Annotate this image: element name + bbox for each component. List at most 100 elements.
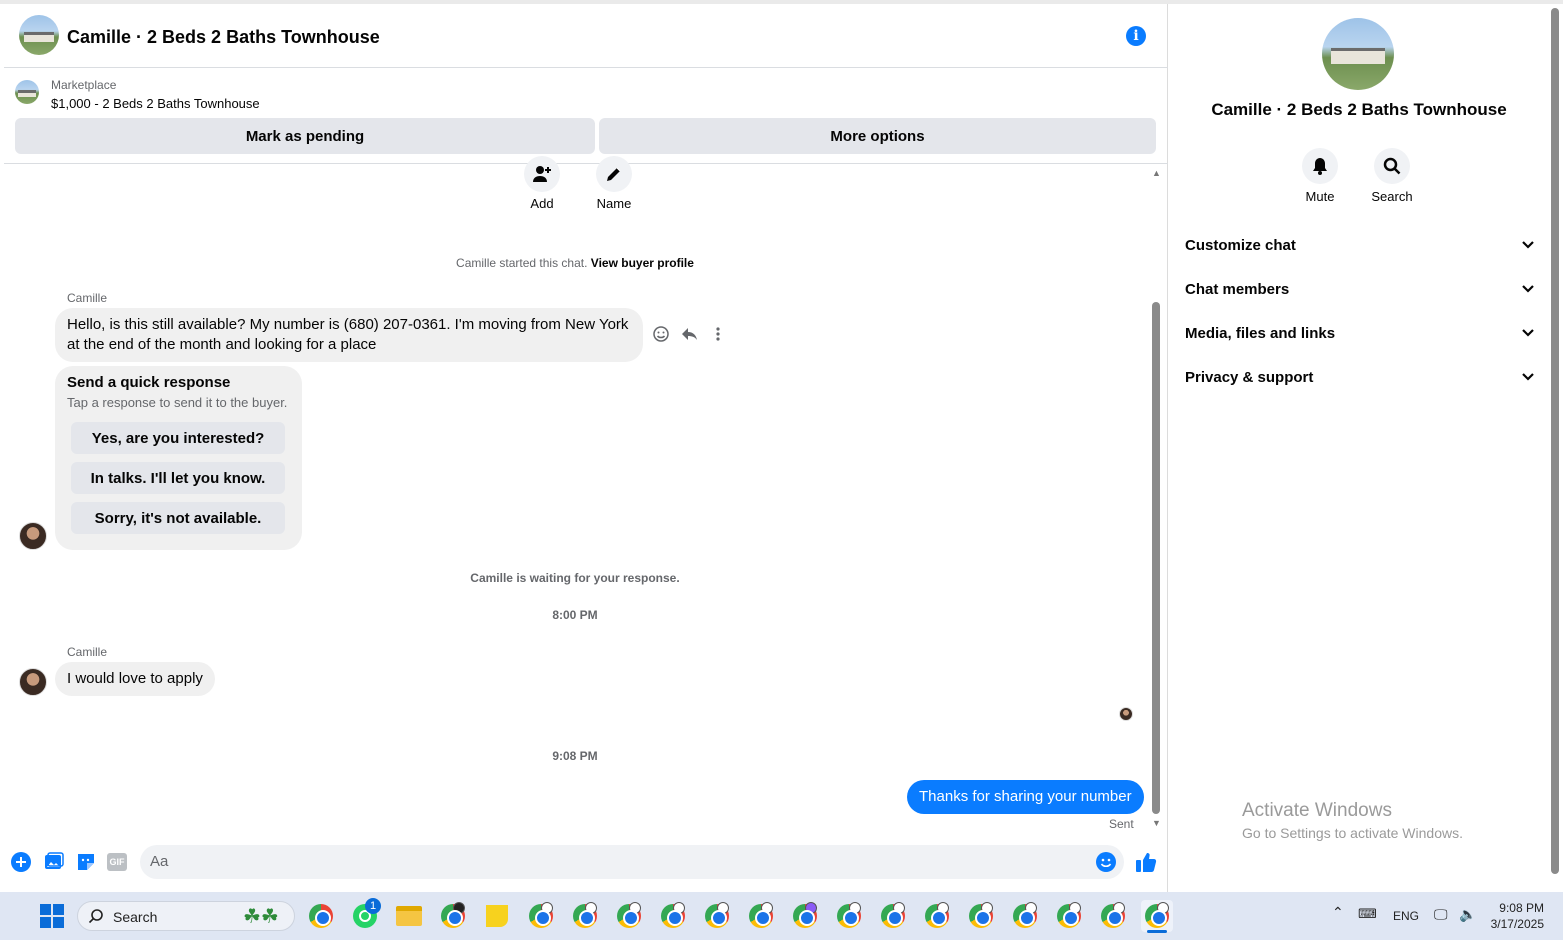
chrome-taskbar-icon[interactable] — [1097, 900, 1129, 932]
name-label: Name — [596, 196, 632, 211]
volume-icon[interactable]: 🔈 — [1459, 906, 1476, 923]
scroll-up-arrow-icon[interactable]: ▲ — [1152, 168, 1161, 178]
chrome-taskbar-icon[interactable] — [437, 900, 469, 932]
chat-members-section[interactable]: Chat members — [1185, 269, 1535, 309]
section-label: Chat members — [1185, 280, 1290, 298]
chrome-taskbar-icon[interactable] — [833, 900, 865, 932]
info-icon[interactable]: i — [1126, 26, 1146, 46]
taskbar-search-label: Search — [113, 909, 158, 925]
add-people-button[interactable] — [524, 156, 560, 192]
listing-bar: Marketplace $1,000 - 2 Beds 2 Baths Town… — [4, 68, 1168, 164]
conversation-details-panel: Camille · 2 Beds 2 Baths Townhouse Mute … — [1169, 4, 1549, 892]
chrome-taskbar-icon[interactable] — [525, 900, 557, 932]
listing-price-title[interactable]: $1,000 - 2 Beds 2 Baths Townhouse — [51, 96, 260, 111]
chrome-taskbar-icon-active[interactable] — [1141, 900, 1173, 932]
timestamp: 8:00 PM — [552, 608, 598, 622]
scroll-down-arrow-icon[interactable]: ▼ — [1152, 818, 1161, 828]
add-label: Add — [530, 196, 554, 211]
incoming-message[interactable]: I would love to apply — [55, 662, 215, 696]
chevron-down-icon — [1521, 237, 1535, 254]
quick-response-subtitle: Tap a response to send it to the buyer. — [67, 395, 288, 410]
more-options-button[interactable]: More options — [599, 118, 1156, 154]
keyboard-icon[interactable]: ⌨ — [1358, 906, 1377, 922]
chrome-taskbar-icon[interactable] — [701, 900, 733, 932]
language-indicator[interactable]: ENG — [1393, 909, 1419, 923]
message-status: Sent — [1109, 817, 1134, 831]
gif-icon[interactable]: GIF — [107, 853, 127, 871]
edit-name-button[interactable] — [596, 156, 632, 192]
outgoing-message[interactable]: Thanks for sharing your number — [907, 780, 1144, 814]
media-files-links-section[interactable]: Media, files and links — [1185, 313, 1535, 353]
chevron-up-icon[interactable]: ⌃ — [1332, 904, 1344, 921]
chrome-taskbar-icon[interactable] — [921, 900, 953, 932]
chevron-down-icon — [1521, 369, 1535, 386]
listing-thumbnail[interactable] — [19, 15, 59, 55]
chat-header: Camille · 2 Beds 2 Baths Townhouse i — [4, 4, 1168, 68]
chrome-taskbar-icon[interactable] — [305, 900, 337, 932]
incoming-message[interactable]: Hello, is this still available? My numbe… — [55, 308, 643, 362]
chrome-taskbar-icon[interactable] — [613, 900, 645, 932]
sender-name: Camille — [67, 291, 108, 305]
taskbar-search-box[interactable]: Search ☘☘ — [77, 901, 295, 931]
timestamp: 9:08 PM — [552, 749, 598, 763]
reply-icon[interactable] — [680, 325, 698, 348]
more-vertical-icon[interactable] — [710, 325, 726, 348]
whatsapp-badge: 1 — [365, 898, 381, 914]
privacy-support-section[interactable]: Privacy & support — [1185, 357, 1535, 397]
react-icon[interactable] — [652, 325, 670, 348]
buyer-avatar[interactable] — [19, 668, 47, 696]
file-explorer-taskbar-icon[interactable] — [393, 900, 425, 932]
chat-title[interactable]: Camille · 2 Beds 2 Baths Townhouse — [67, 27, 380, 48]
listing-small-thumbnail — [15, 80, 39, 104]
search-conversation-button[interactable] — [1374, 148, 1410, 184]
windows-start-icon[interactable] — [40, 904, 64, 933]
chrome-taskbar-icon[interactable] — [789, 900, 821, 932]
quick-response-yes[interactable]: Yes, are you interested? — [71, 422, 285, 454]
clock-date: 3/17/2025 — [1490, 917, 1544, 931]
chrome-taskbar-icon[interactable] — [657, 900, 689, 932]
chrome-taskbar-icon[interactable] — [1009, 900, 1041, 932]
emoji-icon[interactable] — [1096, 852, 1116, 877]
section-label: Privacy & support — [1185, 368, 1314, 386]
search-icon — [1383, 157, 1401, 175]
buyer-avatar[interactable] — [19, 522, 47, 550]
page-scrollbar[interactable] — [1549, 4, 1563, 892]
page-scrollbar-thumb[interactable] — [1551, 8, 1559, 874]
taskbar-clock[interactable]: 9:08 PM 3/17/2025 — [1490, 901, 1544, 931]
message-input[interactable]: Aa — [140, 845, 1124, 879]
view-buyer-profile-link[interactable]: View buyer profile — [591, 256, 694, 270]
clover-icon: ☘☘ — [243, 906, 279, 928]
listing-source: Marketplace — [51, 78, 117, 92]
network-icon[interactable]: 🖵 — [1434, 906, 1448, 923]
plus-icon[interactable] — [11, 852, 31, 877]
section-label: Customize chat — [1185, 236, 1296, 254]
activate-windows-title: Activate Windows — [1242, 800, 1392, 821]
read-receipt-avatar — [1119, 707, 1133, 721]
details-title: Camille · 2 Beds 2 Baths Townhouse — [1211, 100, 1507, 119]
photo-icon[interactable] — [44, 852, 64, 877]
chat-started-text: Camille started this chat. — [456, 256, 588, 270]
whatsapp-taskbar-icon[interactable]: 1 — [349, 898, 381, 932]
profile-photo[interactable] — [1322, 18, 1394, 90]
chat-scrollbar-thumb[interactable] — [1152, 302, 1160, 814]
clock-time: 9:08 PM — [1499, 901, 1544, 915]
chrome-taskbar-icon[interactable] — [877, 900, 909, 932]
quick-response-card: Send a quick response Tap a response to … — [55, 366, 302, 550]
section-label: Media, files and links — [1185, 324, 1336, 342]
customize-chat-section[interactable]: Customize chat — [1185, 225, 1535, 265]
sender-name: Camille — [67, 645, 108, 659]
chrome-taskbar-icon[interactable] — [745, 900, 777, 932]
activate-windows-subtitle: Go to Settings to activate Windows. — [1242, 825, 1463, 841]
add-person-icon — [533, 166, 551, 182]
chrome-taskbar-icon[interactable] — [1053, 900, 1085, 932]
sticker-icon[interactable] — [76, 852, 96, 877]
mark-as-pending-button[interactable]: Mark as pending — [15, 118, 595, 154]
chrome-taskbar-icon[interactable] — [965, 900, 997, 932]
sticky-notes-taskbar-icon[interactable] — [481, 900, 513, 932]
chrome-taskbar-icon[interactable] — [569, 900, 601, 932]
message-input-placeholder: Aa — [150, 853, 169, 870]
quick-response-not-available[interactable]: Sorry, it's not available. — [71, 502, 285, 534]
mute-button[interactable] — [1302, 148, 1338, 184]
quick-response-in-talks[interactable]: In talks. I'll let you know. — [71, 462, 285, 494]
like-icon[interactable] — [1135, 851, 1157, 878]
